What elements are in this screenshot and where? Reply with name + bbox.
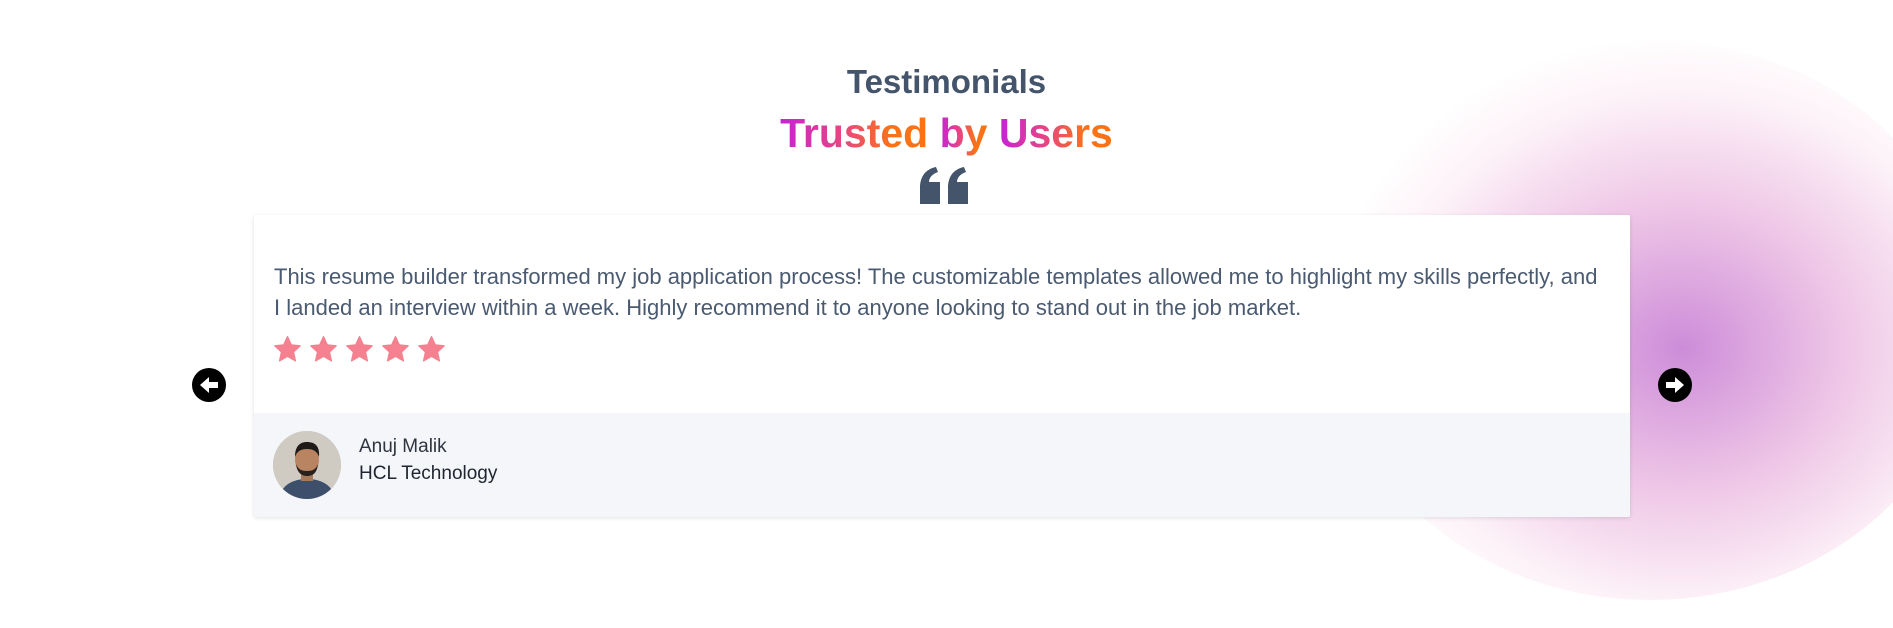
star-icon (274, 336, 301, 362)
star-icon (382, 336, 409, 362)
author-company: HCL Technology (359, 463, 498, 484)
quote-open-icon (920, 167, 968, 204)
star-icon (310, 336, 337, 362)
author-photo (273, 431, 341, 499)
headline-word-by: by (939, 110, 988, 156)
star-icon (418, 336, 445, 362)
headline-word-trusted: Trusted (780, 110, 929, 156)
author-name: Anuj Malik (359, 436, 447, 457)
testimonial-text: This resume builder transformed my job a… (274, 264, 1598, 320)
arrow-left-icon (200, 377, 218, 393)
arrow-right-icon (1666, 377, 1684, 393)
next-testimonial-button[interactable] (1658, 368, 1692, 402)
previous-testimonial-button[interactable] (192, 368, 226, 402)
testimonial-author: Anuj Malik HCL Technology (254, 413, 1630, 517)
avatar (273, 431, 341, 499)
headline-word-users: Users (998, 110, 1113, 156)
star-icon (346, 336, 373, 362)
testimonial-card: This resume builder transformed my job a… (254, 215, 1630, 517)
rating-stars (273, 335, 446, 364)
section-label: Testimonials (846, 63, 1047, 100)
section-headline: Trusted by Users (0, 108, 1893, 158)
